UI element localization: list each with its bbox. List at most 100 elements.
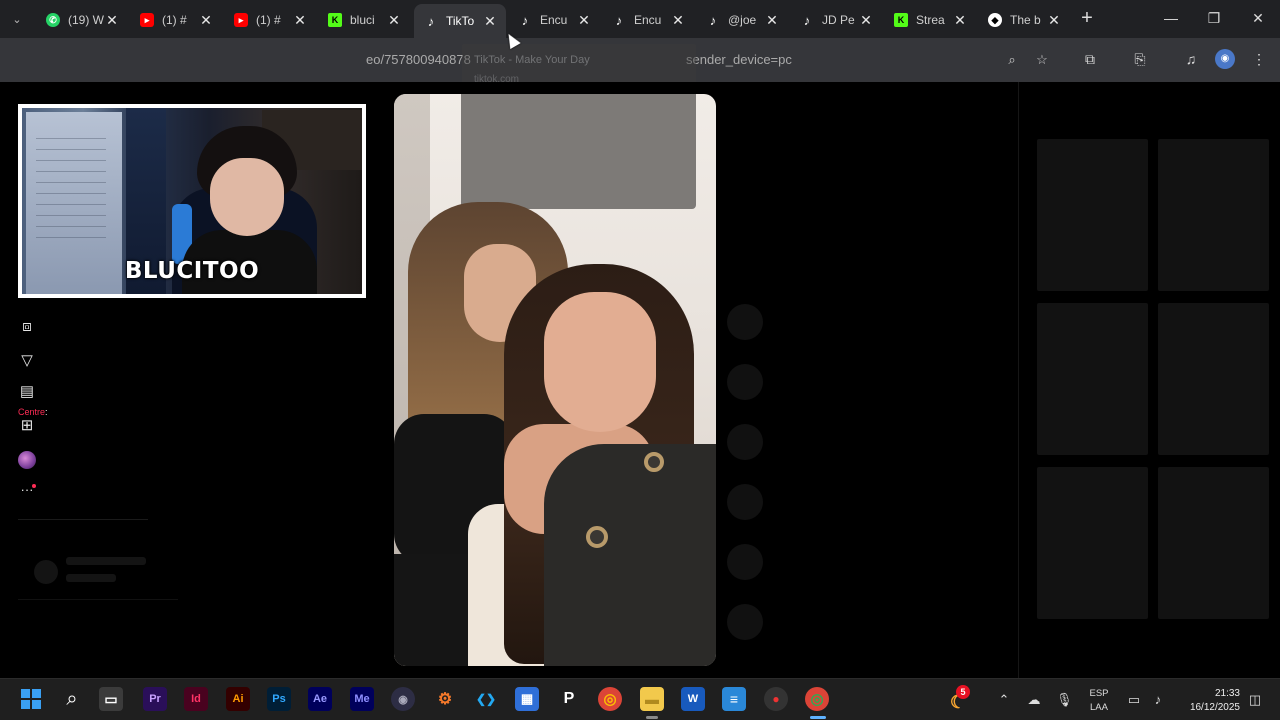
tab-tiktok-4[interactable]: ♪ @joe ✕ <box>696 6 788 34</box>
search-app-icon[interactable]: P <box>557 687 581 711</box>
more-icon[interactable]: ··· <box>17 480 37 500</box>
word-icon[interactable]: W <box>681 687 705 711</box>
close-icon[interactable]: ✕ <box>198 12 214 28</box>
network-icon[interactable]: ▭ <box>1126 692 1142 708</box>
notification-center-icon[interactable]: ◫ <box>1247 692 1263 708</box>
indesign-icon[interactable]: Id <box>184 687 208 711</box>
close-icon[interactable]: ✕ <box>858 12 874 28</box>
minimize-icon[interactable]: — <box>1163 10 1179 26</box>
whatsapp-icon: ✆ <box>46 13 60 27</box>
video-player[interactable] <box>394 94 716 666</box>
tab-search-chevron-icon[interactable]: ⌄ <box>6 8 28 30</box>
tiktok-icon: ♪ <box>803 12 811 28</box>
close-icon[interactable]: ✕ <box>386 12 402 28</box>
close-icon[interactable]: ✕ <box>952 12 968 28</box>
extensions-icon[interactable]: ⧉ <box>1080 49 1100 69</box>
youtube-icon: ▸ <box>234 13 248 27</box>
illustrator-icon[interactable]: Ai <box>226 687 250 711</box>
skeleton-line <box>66 557 146 565</box>
action-button-skeleton[interactable] <box>727 484 763 520</box>
clock-time: 21:33 <box>1214 688 1240 699</box>
zoom-icon[interactable]: ⌕ <box>1004 52 1020 68</box>
action-button-skeleton[interactable] <box>727 364 763 400</box>
action-button-skeleton[interactable] <box>727 604 763 640</box>
action-button-skeleton[interactable] <box>727 304 763 340</box>
notepad-icon[interactable]: ≡ <box>722 687 746 711</box>
video-thumbnail-skeleton[interactable] <box>1158 139 1269 291</box>
tooltip-title: TikTok - Make Your Day <box>474 54 590 66</box>
tab-label: The b <box>1010 13 1041 27</box>
video-thumbnail-skeleton[interactable] <box>1158 303 1269 455</box>
close-icon[interactable]: ✕ <box>1046 12 1062 28</box>
search-icon[interactable]: ⌕ <box>60 687 84 711</box>
skeleton-line <box>66 574 116 582</box>
tab-tiktok-active[interactable]: ♪ TikTo ✕ <box>414 4 506 38</box>
new-tab-button[interactable]: + <box>1078 8 1096 28</box>
close-icon[interactable]: ✕ <box>576 12 592 28</box>
filter-icon[interactable]: ▽ <box>17 351 37 371</box>
sidebar-divider <box>18 519 148 520</box>
tab-kick-2[interactable]: K Strea ✕ <box>884 6 976 34</box>
video-thumbnail-skeleton[interactable] <box>1037 467 1148 619</box>
action-button-skeleton[interactable] <box>727 544 763 580</box>
close-icon[interactable]: ✕ <box>764 12 780 28</box>
obs-icon[interactable]: ◉ <box>391 687 415 711</box>
video-thumbnail-skeleton[interactable] <box>1037 139 1148 291</box>
profile-avatar-icon[interactable]: ◉ <box>1215 49 1235 69</box>
app-dark-icon[interactable]: ● <box>764 687 788 711</box>
github-icon: ◆ <box>988 13 1002 27</box>
microphone-icon[interactable]: 🎙 <box>1056 692 1073 708</box>
chrome-menu-icon[interactable]: ⋮ <box>1249 49 1269 69</box>
windows-start-icon[interactable] <box>19 687 43 711</box>
webcam-overlay: BLUCITOO <box>18 104 366 298</box>
store-icon[interactable]: ▦ <box>515 687 539 711</box>
bookmark-star-icon[interactable]: ☆ <box>1034 52 1050 68</box>
media-control-icon[interactable]: ♫ <box>1181 49 1201 69</box>
after-effects-icon[interactable]: Ae <box>308 687 332 711</box>
keyboard-layout: LAA <box>1090 702 1108 713</box>
language-code: ESP <box>1089 688 1109 699</box>
file-explorer-icon[interactable]: ▭ <box>99 687 123 711</box>
cloud-off-icon[interactable]: ☁ <box>1026 692 1042 708</box>
kick-icon: K <box>894 13 908 27</box>
chrome-icon[interactable]: ◎ <box>598 687 622 711</box>
chrome-profile-icon[interactable]: ◎ <box>805 687 829 711</box>
url-text: eo/757800940878 <box>366 52 471 67</box>
premiere-icon[interactable]: Pr <box>143 687 167 711</box>
tab-github[interactable]: ◆ The b ✕ <box>978 6 1070 34</box>
skeleton-avatar <box>34 560 58 584</box>
close-window-icon[interactable]: ✕ <box>1250 10 1266 26</box>
live-icon[interactable]: ⧈ <box>17 317 37 337</box>
tab-tiktok-5[interactable]: ♪ JD Pe ✕ <box>790 6 882 34</box>
system-clock[interactable]: 21:33 16/12/2025 <box>1178 687 1240 715</box>
folder-icon[interactable]: ▬ <box>640 687 664 711</box>
media-encoder-icon[interactable]: Me <box>350 687 374 711</box>
active-indicator <box>810 716 826 719</box>
messages-icon[interactable]: ▤ <box>17 382 37 402</box>
upload-icon[interactable]: ⊞ <box>17 416 37 436</box>
tab-youtube-1[interactable]: ▸ (1) # ✕ <box>130 6 222 34</box>
vscode-icon[interactable]: ❮❯ <box>474 687 498 711</box>
language-indicator[interactable]: ESP LAA <box>1086 687 1112 715</box>
action-button-skeleton[interactable] <box>727 424 763 460</box>
video-thumbnail-skeleton[interactable] <box>1158 467 1269 619</box>
restore-icon[interactable]: ❐ <box>1206 10 1222 26</box>
chevron-up-icon[interactable]: ⌃ <box>996 692 1012 708</box>
blender-icon[interactable]: ⚙ <box>433 687 457 711</box>
tab-tiktok-2[interactable]: ♪ Encu ✕ <box>508 6 600 34</box>
right-panel-divider <box>1018 82 1019 678</box>
translate-icon[interactable]: ⎘ <box>1130 49 1150 69</box>
close-icon[interactable]: ✕ <box>104 12 120 28</box>
profile-avatar[interactable] <box>18 451 36 469</box>
close-icon[interactable]: ✕ <box>292 12 308 28</box>
volume-icon[interactable]: ♪ <box>1150 692 1166 708</box>
tab-tiktok-3[interactable]: ♪ Encu ✕ <box>602 6 694 34</box>
photoshop-icon[interactable]: Ps <box>267 687 291 711</box>
video-thumbnail-skeleton[interactable] <box>1037 303 1148 455</box>
close-icon[interactable]: ✕ <box>482 13 498 29</box>
tiktok-page: ⊘ ⚇ ⚉ ⧈ ▽ ▤ Centre: ⊞ ··· <box>0 82 1280 678</box>
tab-whatsapp[interactable]: ✆ (19) W ✕ <box>36 6 128 34</box>
tab-youtube-2[interactable]: ▸ (1) # ✕ <box>224 6 316 34</box>
tab-kick-1[interactable]: K bluci ✕ <box>318 6 410 34</box>
close-icon[interactable]: ✕ <box>670 12 686 28</box>
